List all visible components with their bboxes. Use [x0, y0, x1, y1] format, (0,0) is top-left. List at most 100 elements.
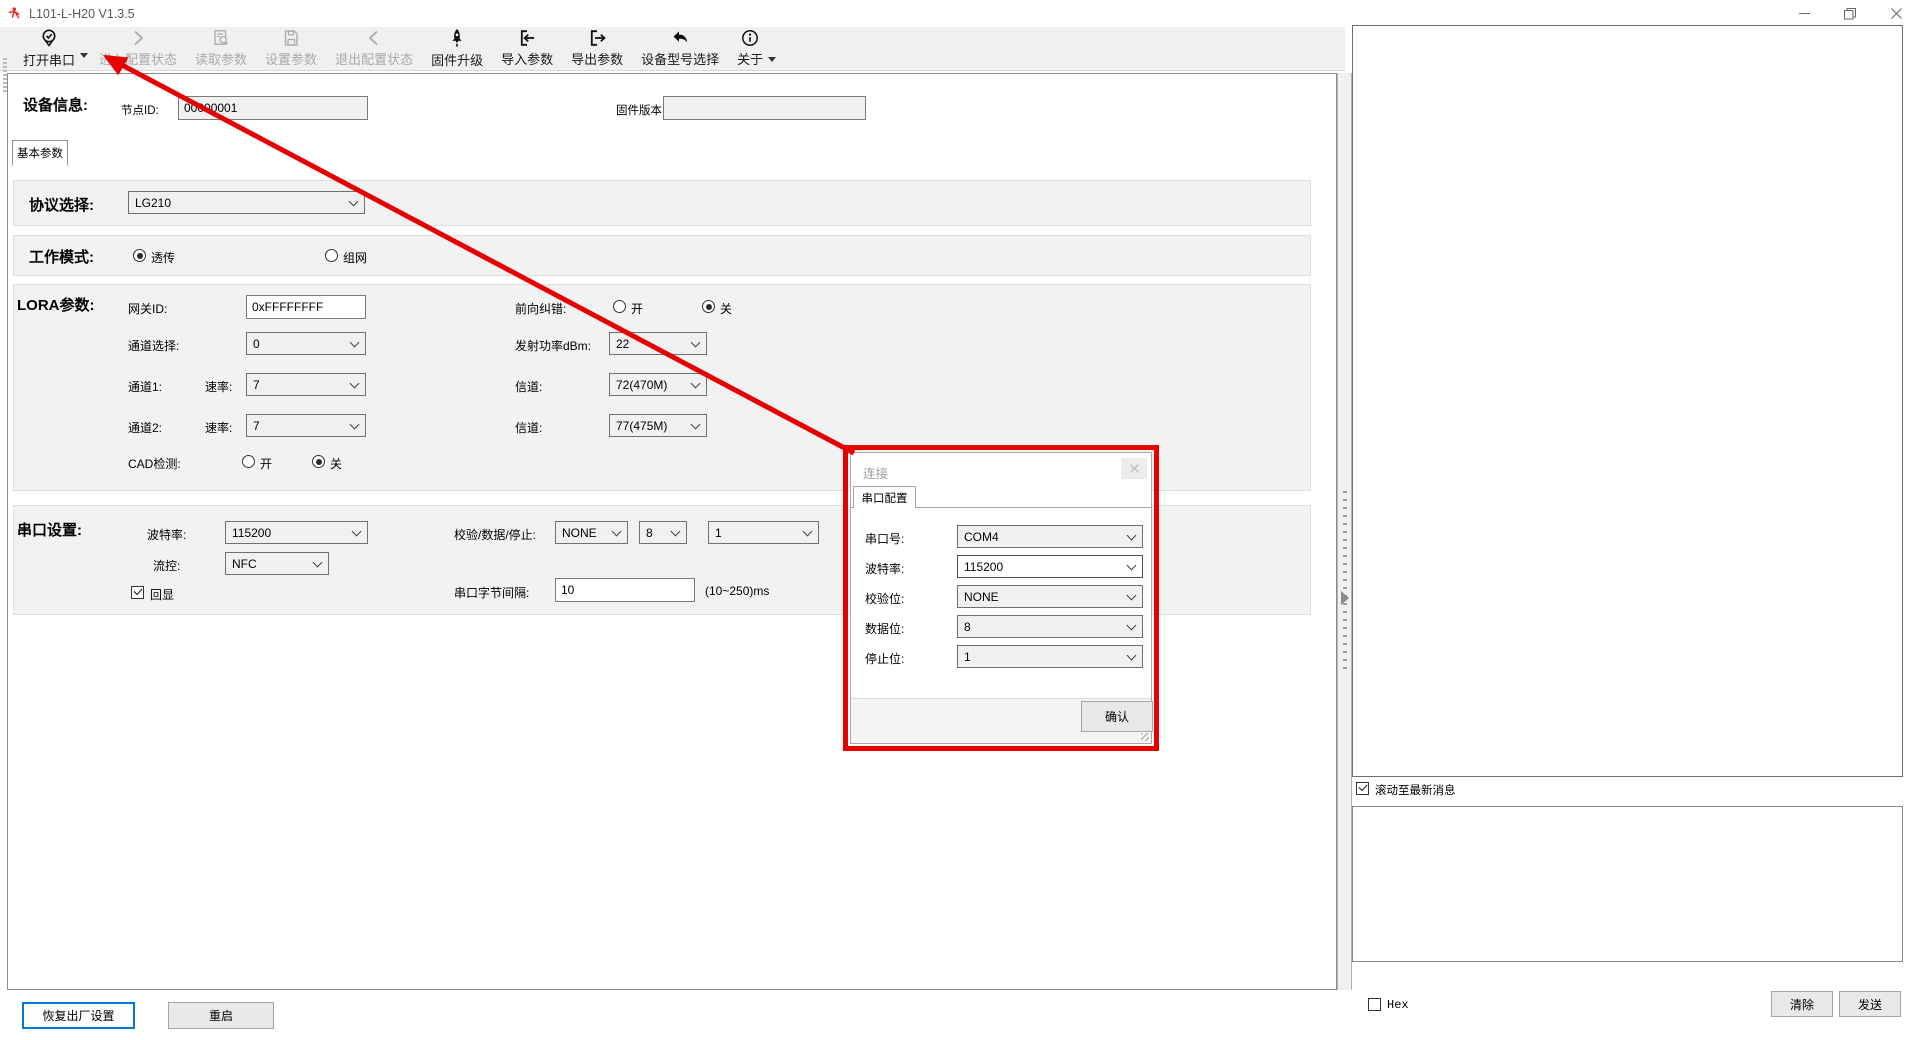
toolbar-item-label: 固件升级 — [431, 50, 483, 69]
dialog-stop-bits-dropdown[interactable]: 1 — [957, 645, 1143, 668]
undo-arrow-icon — [670, 28, 690, 48]
byte-interval-label: 串口字节间隔: — [454, 584, 529, 601]
clear-button[interactable]: 清除 — [1771, 991, 1833, 1017]
baud-rate-dropdown[interactable]: 115200 — [225, 521, 368, 544]
panel-splitter[interactable] — [1337, 73, 1352, 990]
send-button[interactable]: 发送 — [1839, 991, 1901, 1017]
channel1-rate-dropdown[interactable]: 7 — [246, 373, 366, 396]
toolbar-item-label: 读取参数 — [195, 49, 247, 68]
splitter-collapse-arrow-icon[interactable] — [1341, 591, 1349, 605]
hex-label: Hex — [1387, 998, 1409, 1012]
data-bits-dropdown[interactable]: 8 — [639, 521, 687, 544]
dialog-tab-serial-config[interactable]: 串口配置 — [853, 486, 916, 508]
dialog-resize-grip[interactable] — [1141, 733, 1149, 741]
export-params-button[interactable]: 导出参数 — [562, 27, 632, 70]
protocol-select[interactable]: LG210 — [128, 191, 365, 214]
fec-off-label: 关 — [720, 300, 732, 317]
chevron-down-icon — [350, 420, 360, 430]
document-search-icon — [211, 28, 231, 48]
restore-button[interactable] — [1827, 0, 1873, 27]
work-mode-transparent-radio[interactable] — [133, 249, 146, 262]
dialog-baud-dropdown[interactable]: 115200 — [957, 555, 1143, 578]
byte-interval-field[interactable] — [555, 578, 695, 602]
close-icon — [1130, 464, 1139, 473]
chevron-down-icon — [612, 527, 622, 537]
channel2-rate-dropdown[interactable]: 7 — [246, 414, 366, 437]
close-button[interactable] — [1873, 0, 1919, 27]
device-model-select-button[interactable]: 设备型号选择 — [632, 27, 728, 70]
byte-interval-hint: (10~250)ms — [705, 584, 769, 598]
toolbar-item-label: 关于 — [737, 49, 763, 68]
pin-check-icon — [39, 28, 59, 49]
tx-power-dropdown[interactable]: 22 — [609, 332, 707, 355]
dialog-data-bits-label: 数据位: — [865, 620, 904, 637]
cad-on-radio[interactable] — [242, 455, 255, 468]
tab-label: 基本参数 — [17, 145, 63, 161]
dialog-port-dropdown[interactable]: COM4 — [957, 525, 1143, 548]
channel1-freq-label: 信道: — [515, 378, 542, 395]
dialog-baud-label: 波特率: — [865, 560, 904, 577]
cad-detect-label: CAD检测: — [128, 455, 181, 472]
chevron-down-icon — [350, 379, 360, 389]
dialog-parity-dropdown[interactable]: NONE — [957, 585, 1143, 608]
dialog-confirm-button[interactable]: 确认 — [1081, 701, 1153, 732]
channel2-freq-dropdown[interactable]: 77(475M) — [609, 414, 707, 437]
about-button[interactable]: 关于 — [728, 27, 772, 70]
device-info-section-label: 设备信息: — [23, 94, 88, 115]
baud-rate-label: 波特率: — [147, 526, 186, 543]
work-mode-networking-radio[interactable] — [325, 249, 338, 262]
dialog-parity-label: 校验位: — [865, 590, 904, 607]
firmware-version-field — [663, 96, 866, 120]
dialog-data-bits-dropdown[interactable]: 8 — [957, 615, 1143, 638]
about-dropdown-caret[interactable] — [768, 57, 776, 62]
fec-label: 前向纠错: — [515, 300, 566, 317]
app-window: { "window": {"title": "L101-L-H20 V1.3.5… — [0, 0, 1919, 1040]
chevron-down-icon — [1127, 561, 1137, 571]
tx-power-label: 发射功率dBm: — [515, 337, 591, 354]
flow-control-dropdown[interactable]: NFC — [225, 552, 329, 575]
node-id-field — [178, 96, 368, 120]
gateway-id-field[interactable] — [246, 295, 366, 319]
firmware-upgrade-button[interactable]: 固件升级 — [422, 27, 492, 70]
dialog-title: 连接 — [863, 463, 888, 482]
dialog-close-button[interactable] — [1121, 458, 1147, 479]
import-icon — [517, 28, 537, 48]
import-params-button[interactable]: 导入参数 — [492, 27, 562, 70]
gateway-id-label: 网关ID: — [128, 300, 167, 317]
send-label: 发送 — [1858, 996, 1882, 1013]
channel1-freq-dropdown[interactable]: 72(470M) — [609, 373, 707, 396]
channel2-freq-value: 77(475M) — [616, 419, 667, 433]
open-serial-dropdown-caret[interactable] — [80, 53, 88, 58]
node-id-label: 节点ID: — [121, 102, 159, 118]
rocket-icon — [447, 28, 467, 49]
work-mode-section — [13, 235, 1311, 276]
chevron-down-icon — [349, 197, 359, 207]
autoscroll-checkbox[interactable] — [1356, 782, 1369, 795]
work-mode-networking-label: 组网 — [343, 249, 367, 266]
minimize-button[interactable] — [1781, 0, 1827, 27]
hex-checkbox[interactable] — [1368, 998, 1381, 1011]
flow-control-label: 流控: — [153, 557, 180, 574]
dialog-baud-value: 115200 — [964, 560, 1003, 574]
open-serial-port-button[interactable]: 打开串口 — [14, 27, 84, 70]
parity-dropdown[interactable]: NONE — [555, 521, 628, 544]
stop-bits-dropdown[interactable]: 1 — [708, 521, 819, 544]
protocol-label: 协议选择: — [29, 194, 94, 215]
toolbar: 打开串口 进入配置状态 读取参数 设置参数 退出配置状态 固件升级 — [0, 27, 1345, 71]
info-icon — [740, 28, 760, 48]
restart-button[interactable]: 重启 — [168, 1002, 274, 1029]
echo-checkbox[interactable] — [131, 586, 144, 599]
read-params-button: 读取参数 — [186, 27, 256, 70]
fec-on-radio[interactable] — [613, 300, 626, 313]
fec-off-radio[interactable] — [702, 300, 715, 313]
tab-basic-params[interactable]: 基本参数 — [12, 140, 68, 166]
app-logo-icon — [8, 6, 23, 21]
message-log — [1352, 25, 1903, 777]
chevron-down-icon — [691, 338, 701, 348]
chevron-down-icon — [691, 420, 701, 430]
dialog-data-bits-value: 8 — [964, 620, 971, 634]
factory-reset-button[interactable]: 恢复出厂设置 — [22, 1002, 135, 1029]
channel-select-dropdown[interactable]: 0 — [246, 332, 366, 355]
send-input-area[interactable] — [1352, 806, 1903, 962]
cad-off-radio[interactable] — [312, 455, 325, 468]
